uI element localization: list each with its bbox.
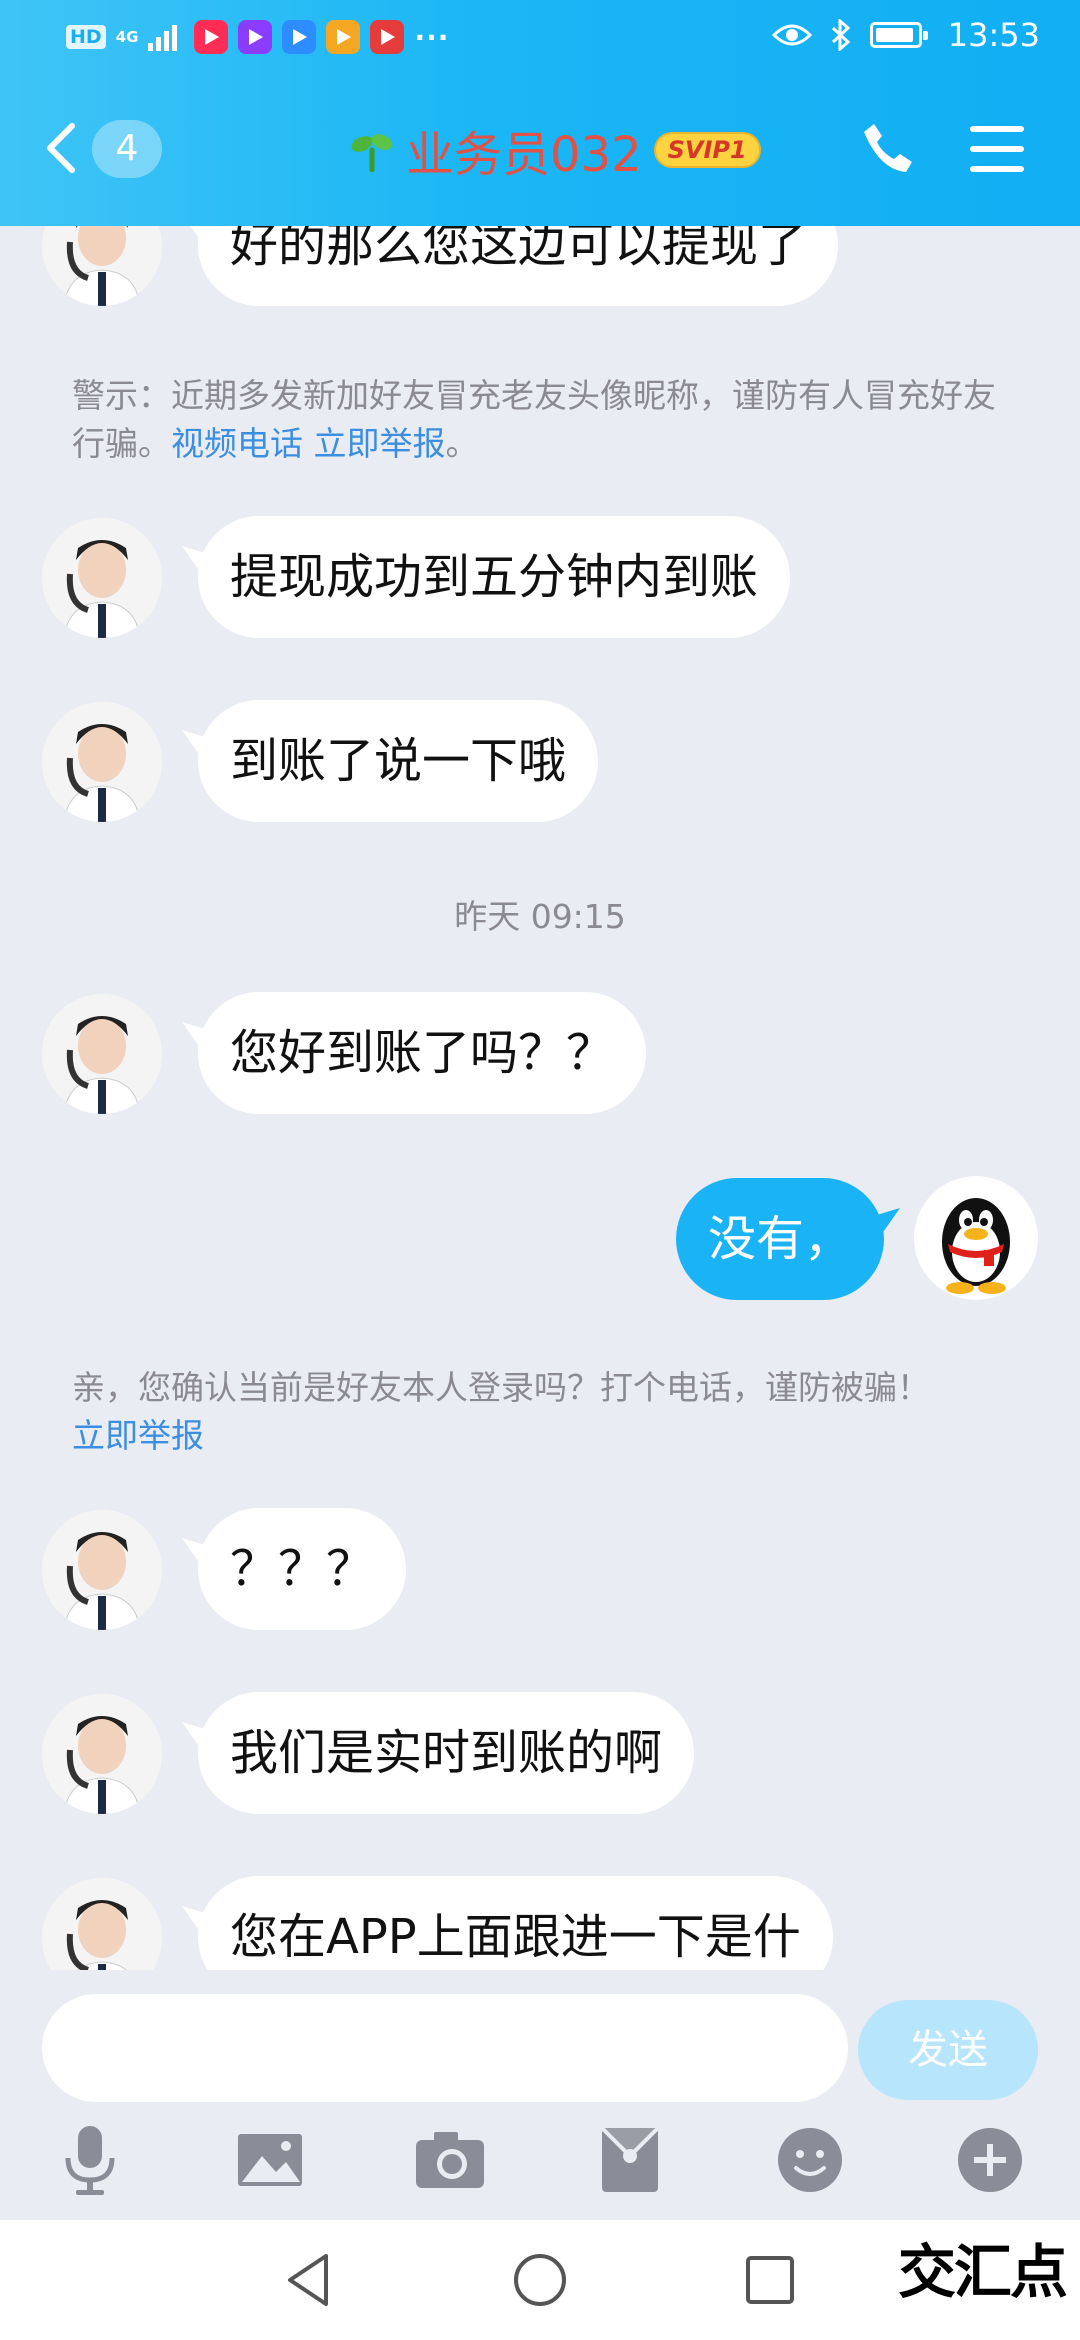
watermark-logo: 交汇点 (897, 2238, 1068, 2306)
browser-app-icon (282, 20, 317, 54)
network-indicator: 4G (115, 27, 139, 46)
message-list[interactable]: 好的那么您这边可以提现了 警示：近期多发新加好友冒充老友头像昵称，谨防有人冒充好… (0, 226, 1080, 1970)
emoji-button[interactable] (770, 2120, 850, 2200)
emoji-icon (778, 2128, 842, 2192)
header-bar: HD 4G ··· 13:53 4 业务员032 SVIP1 (0, 0, 1080, 226)
report-link[interactable]: 立即举报 (72, 1416, 204, 1455)
message-bubble[interactable]: 提现成功到五分钟内到账 (198, 516, 791, 638)
contact-avatar[interactable] (42, 518, 162, 638)
call-button[interactable] (860, 120, 916, 180)
report-link[interactable]: 立即举报 (314, 424, 446, 463)
phone-icon (864, 124, 912, 172)
eye-comfort-icon (771, 24, 812, 46)
camera-icon (416, 2132, 484, 2188)
message-bubble[interactable]: 好的那么您这边可以提现了 (198, 226, 839, 306)
my-message-bubble[interactable]: 没有， (675, 1178, 884, 1300)
sprout-icon (351, 134, 393, 172)
chevron-left-icon (47, 123, 75, 173)
square-recents-icon (746, 2256, 794, 2304)
status-bar: HD 4G ··· 13:53 (0, 0, 1080, 76)
contact-name[interactable]: 业务员032 (406, 115, 642, 185)
svip-badge: SVIP1 (653, 132, 761, 168)
menu-icon (970, 126, 1024, 172)
contact-avatar[interactable] (42, 702, 162, 822)
nav-recents-button[interactable] (738, 2248, 802, 2312)
hd-indicator: HD (66, 25, 106, 49)
shop-app-icon (326, 20, 361, 54)
battery-icon (869, 22, 928, 48)
composer-toolbar (0, 2120, 1080, 2200)
circle-home-icon (514, 2254, 566, 2306)
send-button[interactable]: 发送 (858, 2000, 1038, 2100)
warning-suffix: 。 (445, 424, 479, 463)
video-call-link[interactable]: 视频电话 (171, 424, 303, 463)
plus-icon (958, 2128, 1022, 2192)
warning-text: 亲，您确认当前是好友本人登录吗？打个电话，谨防被骗！ (72, 1368, 930, 1407)
reader-app-icon (370, 20, 405, 54)
camera-button[interactable] (410, 2120, 490, 2200)
security-warning: 亲，您确认当前是好友本人登录吗？打个电话，谨防被骗！ 立即举报 (72, 1364, 1012, 1460)
more-button[interactable] (950, 2120, 1030, 2200)
contact-avatar[interactable] (42, 226, 162, 306)
message-bubble[interactable]: 我们是实时到账的啊 (198, 1692, 695, 1814)
contact-avatar[interactable] (42, 1694, 162, 1814)
voice-button[interactable] (50, 2120, 130, 2200)
player-app-icon (238, 20, 273, 54)
nav-back-button[interactable] (278, 2248, 342, 2312)
menu-button[interactable] (970, 124, 1024, 178)
message-bubble[interactable]: 您在APP上面跟进一下是什 (198, 1876, 833, 1970)
penguin-icon (942, 1198, 1010, 1294)
composer: 发送 (0, 1970, 1080, 2220)
nav-home-button[interactable] (508, 2248, 572, 2312)
contact-avatar[interactable] (42, 994, 162, 1114)
message-input[interactable] (42, 1994, 848, 2102)
my-avatar[interactable] (914, 1176, 1038, 1300)
clock: 13:53 (947, 16, 1040, 54)
more-notifications-icon: ··· (414, 20, 450, 54)
unread-count-badge: 4 (92, 120, 162, 178)
image-icon (238, 2134, 302, 2186)
bluetooth-icon (831, 19, 851, 51)
red-packet-button[interactable] (590, 2120, 670, 2200)
triangle-back-icon (288, 2254, 328, 2306)
back-button[interactable]: 4 (44, 116, 174, 180)
chat-header: 4 业务员032 SVIP1 (0, 100, 1080, 200)
contact-avatar[interactable] (42, 1878, 162, 1970)
video-app-icon (194, 20, 229, 54)
security-warning: 警示：近期多发新加好友冒充老友头像昵称，谨防有人冒充好友行骗。视频电话 立即举报… (72, 372, 1012, 468)
signal-icon (148, 25, 178, 51)
message-bubble[interactable]: 到账了说一下哦 (198, 700, 599, 822)
message-bubble[interactable]: ？？？ (198, 1508, 407, 1630)
contact-avatar[interactable] (42, 1510, 162, 1630)
microphone-icon (65, 2126, 115, 2195)
red-packet-icon (600, 2126, 660, 2192)
timestamp: 昨天 09:15 (454, 897, 626, 936)
message-bubble[interactable]: 您好到账了吗？？ (198, 992, 647, 1114)
photo-button[interactable] (230, 2120, 310, 2200)
